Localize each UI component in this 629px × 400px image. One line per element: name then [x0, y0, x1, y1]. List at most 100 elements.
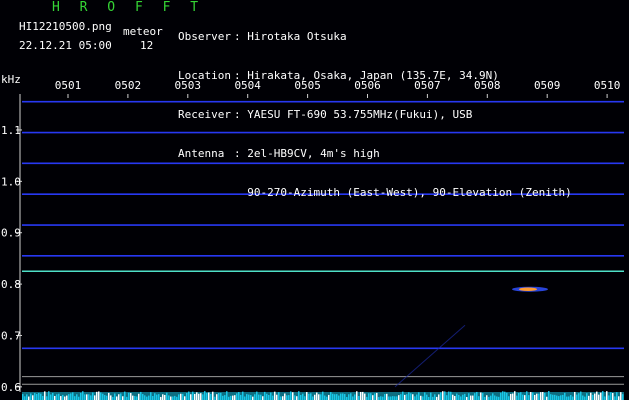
noise-bar [122, 396, 124, 400]
noise-bar [194, 394, 196, 400]
noise-bar [460, 396, 462, 400]
noise-bar [340, 393, 342, 400]
noise-bar [216, 394, 218, 400]
noise-bar [452, 394, 454, 400]
noise-bar [522, 394, 524, 400]
noise-bar [536, 393, 538, 400]
noise-bar [464, 393, 466, 400]
noise-bar [390, 396, 392, 400]
noise-bar [104, 395, 106, 400]
x-tick-label-0: 0501 [55, 79, 82, 92]
noise-bar [116, 396, 118, 400]
noise-bar [94, 395, 96, 400]
noise-bar [388, 396, 390, 400]
noise-bar [234, 395, 236, 400]
noise-bar [198, 393, 200, 400]
noise-bar [138, 393, 140, 400]
noise-bar [398, 395, 400, 400]
noise-bar [34, 393, 36, 400]
noise-bar [152, 396, 154, 400]
noise-bar [28, 396, 30, 400]
noise-bar [250, 395, 252, 400]
noise-bar [434, 394, 436, 400]
noise-bar [130, 393, 132, 400]
noise-bar [136, 396, 138, 400]
noise-bar [612, 393, 614, 400]
noise-bar [158, 394, 160, 400]
noise-bar [68, 394, 70, 400]
noise-bar [44, 391, 46, 400]
noise-bar [80, 392, 82, 400]
noise-bar [550, 394, 552, 400]
noise-bar [288, 395, 290, 400]
noise-bar [572, 396, 574, 400]
noise-bar [578, 393, 580, 400]
noise-bar [272, 395, 274, 400]
noise-bar [278, 392, 280, 400]
noise-bar [604, 396, 606, 400]
noise-bar [592, 394, 594, 400]
noise-bar [236, 393, 238, 400]
noise-bar [312, 396, 314, 400]
noise-bar [264, 391, 266, 400]
noise-bar [84, 394, 86, 400]
noise-bar [518, 392, 520, 400]
noise-bar [46, 396, 48, 400]
noise-bar [468, 393, 470, 400]
noise-bar [530, 392, 532, 400]
noise-bar [330, 392, 332, 400]
noise-bar [442, 391, 444, 400]
noise-bar [370, 393, 372, 400]
meteor-label: meteor [123, 25, 163, 38]
noise-bar [552, 394, 554, 400]
noise-bar [256, 391, 258, 400]
noise-bar [58, 393, 60, 400]
noise-bar [24, 396, 26, 400]
noise-bar [542, 391, 544, 400]
info-row-location: Location: Hirakata, Osaka, Japan (135.7E… [178, 69, 499, 82]
noise-bar [382, 396, 384, 400]
noise-bar [266, 393, 268, 400]
noise-bar [500, 392, 502, 400]
noise-bar [560, 395, 562, 400]
noise-bar [358, 395, 360, 400]
noise-bar [302, 393, 304, 400]
noise-bar [190, 394, 192, 400]
noise-bar [620, 392, 622, 400]
noise-bar [524, 395, 526, 400]
noise-bar [52, 392, 54, 400]
noise-bar [454, 395, 456, 400]
noise-bar [338, 395, 340, 400]
noise-bar [474, 393, 476, 400]
noise-bar [208, 392, 210, 400]
info-row-observer: Observer: Hirotaka Otsuka [178, 30, 347, 43]
noise-bar [458, 394, 460, 400]
noise-bar [212, 391, 214, 400]
noise-bar [544, 392, 546, 400]
noise-bar [386, 393, 388, 400]
noise-bar [50, 394, 52, 400]
noise-bar [292, 392, 294, 400]
noise-bar [48, 391, 50, 400]
noise-bar [110, 395, 112, 400]
noise-bar [376, 392, 378, 400]
noise-bar [426, 394, 428, 400]
meteor-echo-0 [519, 287, 537, 292]
noise-bar [290, 391, 292, 400]
noise-bar [318, 394, 320, 400]
noise-bar [384, 394, 386, 400]
y-tick-label-5: 0.6 [1, 381, 21, 394]
noise-bar [224, 395, 226, 400]
noise-bar [392, 396, 394, 400]
noise-bar [496, 396, 498, 400]
noise-bar [118, 394, 120, 400]
noise-bar [220, 392, 222, 400]
noise-bar [162, 394, 164, 400]
noise-bar [570, 395, 572, 400]
noise-bar [574, 391, 576, 400]
noise-bar [408, 392, 410, 400]
noise-bar [564, 392, 566, 400]
noise-bar [582, 395, 584, 400]
y-tick-label-3: 0.8 [1, 278, 21, 291]
noise-bar [328, 394, 330, 400]
